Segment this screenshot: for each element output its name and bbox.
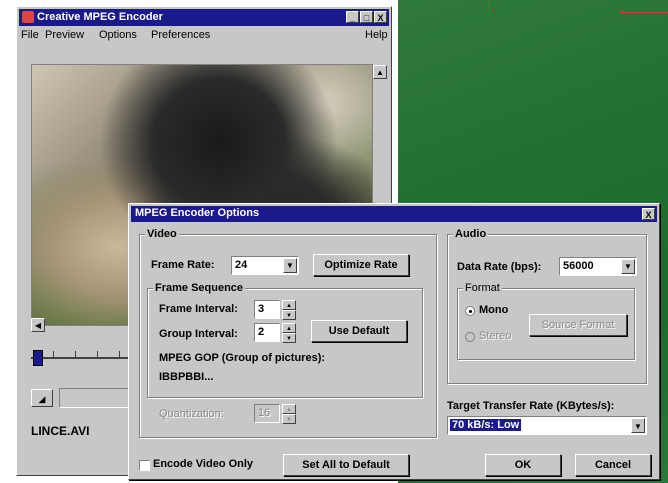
mono-radio[interactable]	[465, 306, 475, 316]
data-rate-select[interactable]: 56000 ▼	[559, 257, 637, 276]
timeline-tick	[75, 351, 76, 357]
maximize-button[interactable]: □	[360, 11, 373, 23]
target-rate-select[interactable]: 70 kB/s: Low ▼	[447, 416, 647, 435]
dropdown-arrow-icon[interactable]: ▼	[631, 418, 645, 433]
frame-sequence-label: Frame Sequence	[153, 282, 246, 294]
target-rate-value: 70 kB/s: Low	[450, 419, 522, 431]
spin-up-icon[interactable]: ▲	[282, 323, 296, 333]
scroll-up-icon[interactable]: ▲	[373, 65, 387, 79]
close-button[interactable]: X	[374, 11, 387, 23]
frame-interval-spinner[interactable]: ▲ ▼	[282, 300, 296, 320]
gop-label: MPEG GOP (Group of pictures):	[159, 352, 326, 364]
menu-preview[interactable]: Preview	[45, 29, 84, 41]
stereo-label: Stereo	[479, 330, 512, 342]
frame-interval-input[interactable]: 3	[254, 300, 280, 319]
spin-up-icon[interactable]: ▲	[282, 300, 296, 310]
timeline-tick	[119, 351, 120, 357]
optimize-rate-button[interactable]: Optimize Rate	[313, 254, 409, 276]
use-default-button[interactable]: Use Default	[311, 320, 407, 342]
format-group-label: Format	[463, 282, 502, 294]
timeline-slider-thumb[interactable]	[33, 350, 43, 366]
frame-rate-value: 24	[235, 259, 248, 271]
title-bar: Creative MPEG Encoder _ □ X	[19, 9, 389, 26]
spin-down-icon: ▼	[282, 414, 296, 424]
data-rate-value: 56000	[563, 260, 594, 272]
window-title: Creative MPEG Encoder	[37, 11, 163, 23]
ok-button[interactable]: OK	[485, 454, 561, 476]
scroll-left-icon[interactable]: ◀	[31, 318, 45, 332]
menu-file[interactable]: File	[21, 29, 39, 41]
dropdown-arrow-icon[interactable]: ▼	[283, 258, 297, 273]
window-controls: _ □ X	[346, 11, 387, 24]
mpeg-options-dialog: MPEG Encoder Options X Video Frame Rate:…	[128, 203, 660, 480]
timeline-tick	[97, 351, 98, 357]
dialog-title: MPEG Encoder Options	[135, 207, 260, 219]
decorative-line	[489, 0, 490, 12]
cancel-button[interactable]: Cancel	[575, 454, 651, 476]
group-interval-input[interactable]: 2	[254, 323, 280, 342]
video-group-label: Video	[145, 228, 179, 240]
source-format-button: Source Format	[529, 314, 627, 336]
target-rate-label: Target Transfer Rate (KBytes/s):	[447, 400, 615, 412]
frame-rate-label: Frame Rate:	[151, 259, 215, 271]
audio-group-label: Audio	[453, 228, 489, 240]
frame-rate-select[interactable]: 24 ▼	[231, 256, 299, 275]
timeline-tick	[53, 351, 54, 357]
group-interval-label: Group Interval:	[159, 328, 238, 340]
encode-video-only-label: Encode Video Only	[153, 458, 254, 470]
quantization-input: 16	[254, 404, 280, 423]
group-interval-value: 2	[258, 326, 265, 338]
quantization-label: Quantization:	[159, 408, 224, 420]
app-icon	[22, 11, 34, 23]
encode-video-only-checkbox[interactable]	[139, 460, 150, 471]
gop-value: IBBPBBI...	[159, 371, 214, 383]
menu-help[interactable]: Help	[365, 29, 388, 41]
menu-bar: File Preview Options Preferences Help	[19, 27, 389, 43]
decorative-line	[620, 12, 668, 13]
spin-down-icon[interactable]: ▼	[282, 310, 296, 320]
mono-label: Mono	[479, 304, 509, 316]
group-interval-spinner[interactable]: ▲ ▼	[282, 323, 296, 343]
quantization-value: 16	[258, 407, 271, 419]
timeline-track	[31, 357, 141, 359]
stereo-radio	[465, 332, 475, 342]
menu-preferences[interactable]: Preferences	[151, 29, 210, 41]
dialog-close-button[interactable]: X	[642, 208, 655, 220]
dialog-title-bar: MPEG Encoder Options X	[131, 206, 657, 222]
quantization-spinner: ▲ ▼	[282, 404, 296, 424]
minimize-button[interactable]: _	[346, 11, 359, 23]
set-all-default-button[interactable]: Set All to Default	[283, 454, 409, 476]
frame-interval-value: 3	[258, 303, 265, 315]
frame-step-button[interactable]: ◢	[31, 389, 53, 407]
menu-options[interactable]: Options	[99, 29, 137, 41]
frame-interval-label: Frame Interval:	[159, 303, 238, 315]
spin-up-icon: ▲	[282, 404, 296, 414]
dropdown-arrow-icon[interactable]: ▼	[621, 259, 635, 274]
file-name-label: LINCE.AVI	[31, 424, 90, 438]
data-rate-label: Data Rate (bps):	[457, 261, 542, 273]
spin-down-icon[interactable]: ▼	[282, 333, 296, 343]
